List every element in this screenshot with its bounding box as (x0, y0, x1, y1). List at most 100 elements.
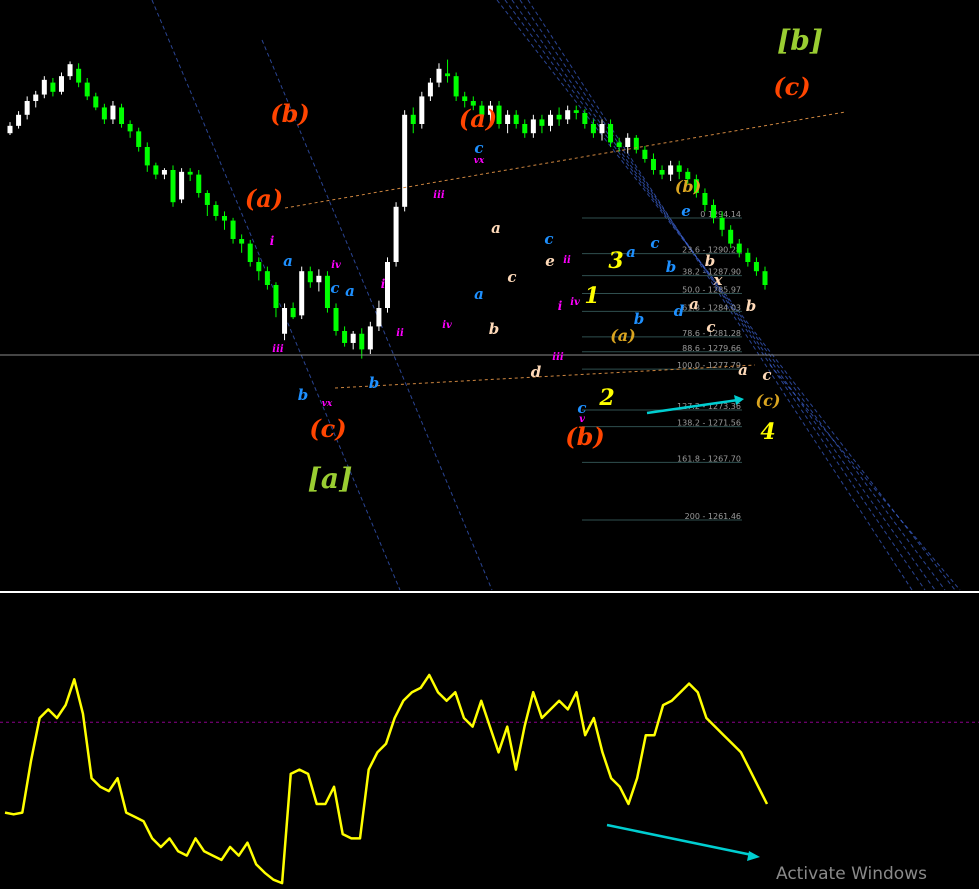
wave-label: iii (552, 352, 564, 363)
candle-body (419, 96, 425, 124)
wave-label: d (674, 302, 685, 320)
candle-body (762, 271, 768, 285)
windows-activation-watermark: Activate Windows (776, 864, 927, 884)
candle-body (445, 73, 451, 77)
candle-body (393, 206, 399, 262)
wave-label: (c) (773, 72, 810, 101)
candle-body (230, 220, 236, 239)
candle-body (410, 114, 416, 124)
wave-label: a (283, 252, 293, 270)
candle-body (736, 243, 742, 253)
candle-body (316, 275, 322, 283)
candle-body (264, 271, 270, 285)
wave-label: c (706, 318, 715, 336)
wave-label: i (270, 234, 275, 248)
candle-body (41, 79, 47, 95)
wave-label: vx (474, 156, 485, 166)
candle-body (376, 308, 382, 327)
candle-body (161, 170, 167, 175)
wave-label: iv (570, 297, 580, 308)
candle-body (505, 114, 511, 124)
candle-body (625, 137, 631, 147)
wave-label: iv (442, 320, 452, 331)
channel-line (511, 0, 936, 591)
candle-body (136, 131, 142, 147)
channel-line (519, 0, 926, 591)
candle-body (7, 125, 13, 134)
main-chart: 0 1294.1423.6 - 1290.2838.2 - 1287.9050.… (0, 0, 979, 885)
candle-body (513, 114, 519, 124)
candle-body (642, 149, 648, 159)
resistance-trendline (284, 111, 846, 209)
candle-body (204, 193, 210, 205)
candle-body (282, 308, 288, 334)
wave-label: (c) (756, 391, 781, 410)
candle-body (608, 124, 614, 143)
wave-label: i (558, 299, 563, 313)
oscillator-divergence-arrow (606, 823, 753, 857)
candle-body (170, 170, 176, 203)
candle-body (711, 204, 717, 218)
wave-label: 2 (598, 385, 614, 411)
wave-label: c (762, 366, 771, 384)
wave-label: c (330, 279, 339, 297)
wave-label: c (474, 139, 483, 157)
candle-body (333, 308, 339, 331)
candle-body (153, 165, 159, 175)
wave-label: 3 (608, 248, 623, 274)
oscillator-panel (0, 673, 979, 885)
candle-body (359, 333, 365, 350)
candle-body (436, 68, 442, 83)
candle-body (307, 271, 313, 283)
candle-body (127, 124, 133, 132)
candle-body (590, 124, 596, 134)
wave-label: (c) (309, 414, 346, 443)
candle-body (659, 170, 665, 175)
fib-level-label: 138.2 - 1271.56 (677, 419, 741, 428)
candle-body (239, 239, 245, 244)
candle-body (324, 275, 330, 308)
candle-body (702, 193, 708, 205)
wave-label: c (650, 234, 659, 252)
candle-body (213, 204, 219, 216)
channel-line (504, 0, 946, 591)
wave-label: b (489, 320, 500, 338)
fib-level-label: 88.6 - 1279.66 (682, 344, 741, 353)
wave-label: (a) (459, 104, 497, 133)
wave-label: (b) (675, 177, 701, 196)
wave-label: vx (322, 399, 333, 409)
trend-channels (151, 0, 961, 591)
candle-body (616, 142, 622, 147)
wave-label: b (705, 252, 716, 270)
candle-body (342, 331, 348, 343)
channel-line (769, 364, 961, 591)
wave-label: b (298, 386, 309, 404)
wave-label: iii (433, 190, 445, 201)
candle-body (753, 262, 759, 272)
wave-label: (b) (270, 99, 310, 128)
candle-body (599, 124, 605, 134)
candle-body (221, 216, 227, 221)
candle-body (290, 308, 296, 318)
fib-level-label: 50.0 - 1285.97 (682, 286, 741, 295)
candle-body (273, 285, 279, 308)
candle-body (33, 94, 39, 101)
candle-body (84, 82, 90, 97)
candle-body (110, 105, 116, 120)
candle-body (247, 243, 253, 262)
wave-label: 4 (760, 419, 775, 445)
candle-body (668, 165, 674, 175)
candle-body (24, 101, 30, 115)
wave-label: (a) (245, 184, 283, 213)
wave-label: a (738, 361, 748, 379)
wave-label: x (713, 271, 724, 289)
wave-label: b (369, 374, 380, 392)
candle-body (496, 105, 502, 124)
candle-body (196, 174, 202, 193)
candle-body (299, 271, 305, 316)
candle-body (573, 110, 579, 113)
candlestick-series (7, 59, 768, 359)
candle-body (650, 158, 656, 170)
wave-label: b (634, 310, 645, 328)
channel-line (496, 0, 956, 591)
